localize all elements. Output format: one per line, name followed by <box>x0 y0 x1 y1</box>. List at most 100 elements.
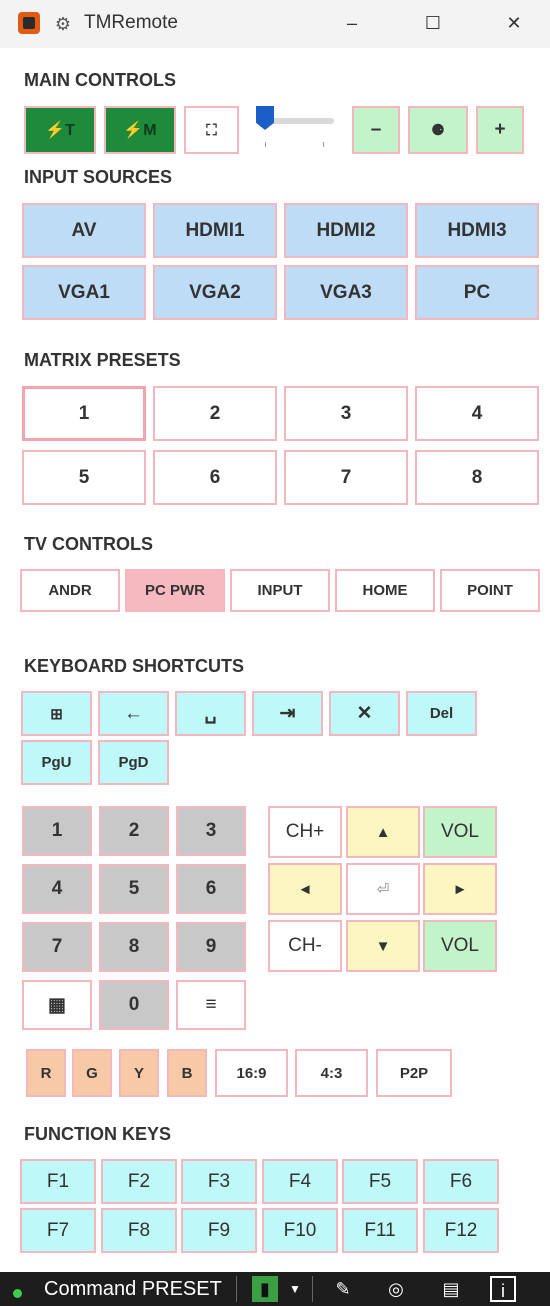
f3-button[interactable]: F3 <box>181 1159 257 1204</box>
tv-input-button[interactable]: INPUT <box>230 569 330 612</box>
numpad-8-button[interactable]: 8 <box>99 922 169 972</box>
clipboard-icon[interactable]: ▤ <box>438 1276 464 1302</box>
f7-button[interactable]: F7 <box>20 1208 96 1253</box>
p2p-button[interactable]: P2P <box>376 1049 452 1097</box>
input-hdmi1-button[interactable]: HDMI1 <box>153 203 277 258</box>
numpad-5-button[interactable]: 5 <box>99 864 169 914</box>
minimize-button[interactable]: – <box>332 8 372 38</box>
input-hdmi2-button[interactable]: HDMI2 <box>284 203 408 258</box>
f4-button[interactable]: F4 <box>262 1159 338 1204</box>
input-av-button[interactable]: AV <box>22 203 146 258</box>
f1-button[interactable]: F1 <box>20 1159 96 1204</box>
preset-2-button[interactable]: 2 <box>153 386 277 441</box>
section-function-keys: FUNCTION KEYS <box>24 1124 172 1144</box>
tv-andr-button[interactable]: ANDR <box>20 569 120 612</box>
aspect-16-9-button[interactable]: 16:9 <box>215 1049 288 1097</box>
preset-7-button[interactable]: 7 <box>284 450 408 505</box>
section-input-sources: INPUT SOURCES <box>24 167 173 187</box>
info-icon[interactable]: i <box>490 1276 516 1302</box>
page-up-key-button[interactable]: PgU <box>21 740 92 785</box>
enter-button[interactable]: ⏎ <box>346 863 420 915</box>
yellow-key-button[interactable]: Y <box>119 1049 159 1097</box>
f12-button[interactable]: F12 <box>423 1208 499 1253</box>
preset-4-button[interactable]: 4 <box>415 386 539 441</box>
numpad-6-button[interactable]: 6 <box>176 864 246 914</box>
up-arrow-button[interactable]: ▲ <box>346 806 420 858</box>
aspect-4-3-button[interactable]: 4:3 <box>295 1049 368 1097</box>
power-m-button[interactable]: ⚡M <box>104 106 176 154</box>
section-matrix-presets: MATRIX PRESETS <box>24 350 181 370</box>
chart-icon[interactable]: ▮ <box>252 1276 278 1302</box>
numpad-0-button[interactable]: 0 <box>99 980 169 1030</box>
slider-tick <box>265 142 266 147</box>
guide-icon[interactable]: ▦ <box>22 980 92 1030</box>
f8-button[interactable]: F8 <box>101 1208 177 1253</box>
slider-tick <box>323 142 324 147</box>
section-main-controls: MAIN CONTROLS <box>24 70 176 90</box>
volume-up-button[interactable]: VOL <box>423 806 497 858</box>
minus-button[interactable]: – <box>352 106 400 154</box>
app-icon <box>18 12 40 34</box>
f5-button[interactable]: F5 <box>342 1159 418 1204</box>
robot-icon: ⚙ <box>54 14 72 34</box>
dropdown-icon[interactable]: ▼ <box>286 1276 304 1302</box>
numpad-3-button[interactable]: 3 <box>176 806 246 856</box>
pointer-button[interactable]: ⛶ <box>184 106 239 154</box>
f2-button[interactable]: F2 <box>101 1159 177 1204</box>
blue-key-button[interactable]: B <box>167 1049 207 1097</box>
preset-5-button[interactable]: 5 <box>22 450 146 505</box>
red-key-button[interactable]: R <box>26 1049 66 1097</box>
tv-point-button[interactable]: POINT <box>440 569 540 612</box>
slider-track[interactable] <box>270 118 334 124</box>
divider <box>236 1276 237 1302</box>
window-title: TMRemote <box>84 12 178 33</box>
numpad-2-button[interactable]: 2 <box>99 806 169 856</box>
tv-pc-power-button[interactable]: PC PWR <box>125 569 225 612</box>
preset-6-button[interactable]: 6 <box>153 450 277 505</box>
preset-1-button[interactable]: 1 <box>22 386 146 441</box>
numpad-7-button[interactable]: 7 <box>22 922 92 972</box>
power-t-button[interactable]: ⚡T <box>24 106 96 154</box>
plus-button[interactable]: + <box>476 106 524 154</box>
maximize-button[interactable]: ☐ <box>413 8 453 38</box>
f10-button[interactable]: F10 <box>262 1208 338 1253</box>
wrench-icon[interactable]: ✎ <box>330 1276 356 1302</box>
input-vga3-button[interactable]: VGA3 <box>284 265 408 320</box>
channel-down-button[interactable]: CH- <box>268 920 342 972</box>
space-key-button[interactable]: ␣ <box>175 691 246 736</box>
f9-button[interactable]: F9 <box>181 1208 257 1253</box>
backspace-key-button[interactable]: ← <box>98 691 169 736</box>
middle-button[interactable]: ⚈ <box>408 106 468 154</box>
preset-3-button[interactable]: 3 <box>284 386 408 441</box>
right-arrow-button[interactable]: ► <box>423 863 497 915</box>
title-bar: ⚙ TMRemote – ☐ ✕ <box>0 0 550 48</box>
f6-button[interactable]: F6 <box>423 1159 499 1204</box>
delete-key-button[interactable]: Del <box>406 691 477 736</box>
left-arrow-button[interactable]: ◄ <box>268 863 342 915</box>
status-text: Command PRESET <box>44 1278 222 1300</box>
f11-button[interactable]: F11 <box>342 1208 418 1253</box>
target-icon[interactable]: ◎ <box>383 1276 409 1302</box>
input-pc-button[interactable]: PC <box>415 265 539 320</box>
tv-home-button[interactable]: HOME <box>335 569 435 612</box>
preset-8-button[interactable]: 8 <box>415 450 539 505</box>
green-key-button[interactable]: G <box>72 1049 112 1097</box>
tab-key-button[interactable]: ⇥ <box>252 691 323 736</box>
menu-icon[interactable]: ≡ <box>176 980 246 1030</box>
volume-down-button[interactable]: VOL <box>423 920 497 972</box>
escape-key-button[interactable]: ✕ <box>329 691 400 736</box>
close-button[interactable]: ✕ <box>494 8 534 38</box>
input-vga1-button[interactable]: VGA1 <box>22 265 146 320</box>
page-down-key-button[interactable]: PgD <box>98 740 169 785</box>
channel-up-button[interactable]: CH+ <box>268 806 342 858</box>
numpad-4-button[interactable]: 4 <box>22 864 92 914</box>
input-vga2-button[interactable]: VGA2 <box>153 265 277 320</box>
numpad-1-button[interactable]: 1 <box>22 806 92 856</box>
input-hdmi3-button[interactable]: HDMI3 <box>415 203 539 258</box>
divider <box>312 1276 313 1302</box>
section-tv-controls: TV CONTROLS <box>24 534 153 554</box>
slider-thumb[interactable] <box>256 106 274 130</box>
down-arrow-button[interactable]: ▼ <box>346 920 420 972</box>
numpad-9-button[interactable]: 9 <box>176 922 246 972</box>
windows-key-button[interactable]: ⊞ <box>21 691 92 736</box>
